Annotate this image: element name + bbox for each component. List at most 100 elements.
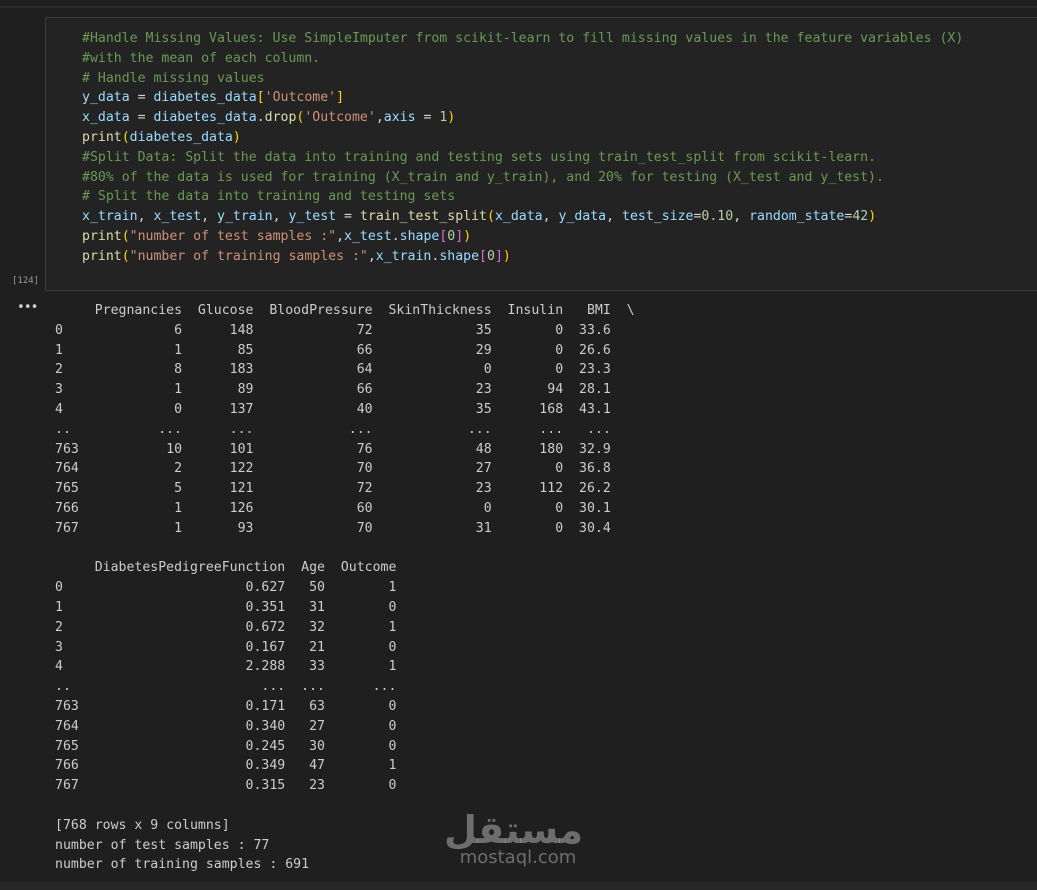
code-token: shape [439,248,480,264]
code-token: = [415,110,440,126]
code-editor-lines[interactable]: #Handle Missing Values: Use SimpleImpute… [82,29,963,267]
code-token: #Handle Missing Values: Use SimpleImpute… [82,31,964,46]
code-token: diabetes_data [153,90,257,106]
code-line[interactable]: x_data = diabetes_data.drop('Outcome',ax… [82,108,963,128]
code-line[interactable]: #Handle Missing Values: Use SimpleImpute… [82,29,963,49]
code-token: #80% of the data is used for training (X… [82,169,884,185]
code-token: 42 [852,209,869,225]
output-line: 763 0.171 63 0 [55,698,397,714]
code-line[interactable]: print("number of test samples :",x_test.… [82,227,963,247]
code-token: , [375,110,384,126]
code-token: ] [455,228,464,244]
code-token: y_train [217,209,273,225]
execution-count-label: [124] [12,276,40,286]
output-line: 1 0.351 31 0 [55,599,397,615]
code-token: , [733,209,750,225]
code-token: x_train [82,209,138,225]
code-token: drop [264,110,297,126]
code-token: , [272,209,289,225]
code-token: ) [232,129,241,145]
code-token: ( [121,129,130,145]
output-line: 765 0.245 30 0 [55,738,397,754]
output-line: 2 0.672 32 1 [55,619,397,635]
code-token: y_data [558,209,607,225]
output-line: 3 1 89 66 23 94 28.1 [55,382,611,398]
output-line: 0 6 148 72 35 0 33.6 [55,322,611,338]
code-token: #Split Data: Split the data into trainin… [82,149,876,165]
code-token: = [129,110,154,126]
code-line[interactable]: #80% of the data is used for training (X… [82,168,963,188]
code-token: print [82,248,122,264]
output-line: 767 1 93 70 31 0 30.4 [55,520,611,536]
code-token: . [256,110,265,126]
code-token: y_data [82,90,130,106]
code-token: x_test [153,209,202,225]
output-line: 767 0.315 23 0 [55,778,397,794]
output-more-actions-icon[interactable]: ••• [17,300,39,315]
code-token: # Handle missing values [82,70,265,86]
output-line: 1 1 85 66 29 0 26.6 [55,342,611,358]
output-line: 766 1 126 60 0 0 30.1 [55,500,611,516]
code-token: 'Outcome' [304,110,376,126]
code-token: "number of training samples :" [129,248,368,264]
code-token: , [336,228,345,244]
code-token: shape [399,228,440,244]
code-line[interactable]: print("number of training samples :",x_t… [82,247,963,267]
code-token: train_test_split [359,209,487,225]
output-line: 765 5 121 72 23 112 26.2 [55,481,611,497]
code-token: , [201,209,217,225]
code-token: . [391,228,400,244]
code-token: "number of test samples :" [129,228,337,244]
code-token: , [606,209,622,225]
code-token: axis [383,110,416,126]
code-line[interactable]: # Handle missing values [82,69,963,89]
code-token: ] [336,90,345,106]
code-token: x_train [375,248,432,264]
code-token: 0.10 [701,209,734,225]
code-token: ( [121,248,130,264]
code-line[interactable]: #with the mean of each column. [82,49,963,69]
code-token: print [82,129,122,145]
output-line: 4 0 137 40 35 168 43.1 [55,401,611,417]
code-token: , [542,209,559,225]
code-token: x_data [82,110,130,126]
output-line: 2 8 183 64 0 0 23.3 [55,362,611,378]
code-line[interactable]: y_data = diabetes_data['Outcome'] [82,88,963,108]
output-line: 764 0.340 27 0 [55,718,397,734]
output-line: DiabetesPedigreeFunction Age Outcome [55,560,397,576]
code-token: 0 [486,248,495,264]
code-line[interactable]: #Split Data: Split the data into trainin… [82,148,963,168]
code-token: ( [121,228,130,244]
code-token: ) [447,110,456,126]
code-token: = [129,90,154,106]
code-token: #with the mean of each column. [82,50,321,66]
output-line: 766 0.349 47 1 [55,758,397,774]
code-token: diabetes_data [153,110,257,126]
output-line: 764 2 122 70 27 0 36.8 [55,461,611,477]
code-line[interactable]: x_train, x_test, y_train, y_test = train… [82,207,963,227]
output-line: 4 2.288 33 1 [55,659,397,675]
code-token: , [137,209,154,225]
code-token: y_test [288,209,337,225]
output-line: 3 0.167 21 0 [55,639,397,655]
code-token: ] [494,248,503,264]
code-cell-editor[interactable]: #Handle Missing Values: Use SimpleImpute… [45,17,1037,291]
code-token: ( [486,209,495,225]
code-line[interactable]: # Split the data into training and testi… [82,187,963,207]
output-line: 763 10 101 76 48 180 32.9 [55,441,611,457]
output-line: [768 rows x 9 columns] [55,817,230,833]
code-token: x_data [494,209,543,225]
code-token: [ [256,90,265,106]
code-line[interactable]: print(diabetes_data) [82,128,963,148]
output-line: Pregnancies Glucose BloodPressure SkinTh… [55,303,635,318]
code-token: ) [502,248,511,264]
output-line: number of training samples : 691 [55,857,310,873]
code-token: x_test [344,228,392,244]
code-token: 'Outcome' [264,90,337,106]
bottom-divider [0,882,1037,890]
output-line: .. ... ... ... [55,679,397,695]
output-line: number of test samples : 77 [55,837,270,853]
top-divider [0,6,1037,8]
